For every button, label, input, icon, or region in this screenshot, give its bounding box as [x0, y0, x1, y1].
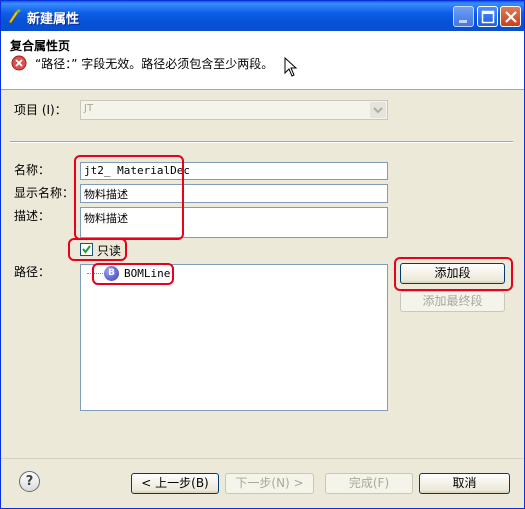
- close-icon: [505, 11, 517, 23]
- cancel-button[interactable]: 取消: [419, 473, 510, 494]
- error-message: “路径：” 字段无效。路径必须包含至少两段。: [35, 57, 274, 71]
- mouse-cursor-icon: [284, 57, 298, 77]
- minimize-button[interactable]: [453, 6, 474, 27]
- next-button[interactable]: 下一步(N) >: [225, 473, 314, 494]
- description-label: 描述：: [14, 209, 51, 223]
- error-icon: [11, 55, 27, 71]
- maximize-icon: [481, 10, 495, 24]
- window-title: 新建属性: [27, 12, 80, 27]
- back-button[interactable]: < 上一步(B): [131, 473, 219, 494]
- app-icon: [8, 9, 21, 24]
- path-tree[interactable]: [80, 264, 388, 411]
- project-label: 项目 (I)：: [14, 103, 67, 117]
- maximize-button[interactable]: [477, 6, 498, 27]
- footer-divider: [1, 458, 524, 459]
- add-final-segment-button[interactable]: 添加最终段: [400, 291, 505, 312]
- name-label: 名称：: [14, 163, 51, 177]
- highlight-box: [74, 155, 184, 240]
- separator: [10, 141, 513, 143]
- title-bar[interactable]: 新建属性: [1, 1, 524, 31]
- highlight-box: [394, 257, 513, 291]
- highlight-box: [68, 238, 127, 261]
- wizard-header: 复合属性页 “路径：” 字段无效。路径必须包含至少两段。: [1, 31, 524, 90]
- finish-button[interactable]: 完成(F): [325, 473, 413, 494]
- project-dropdown-button[interactable]: [370, 102, 386, 118]
- page-title: 复合属性页: [10, 39, 71, 53]
- display-name-label: 显示名称：: [14, 186, 75, 200]
- close-button[interactable]: [500, 6, 521, 27]
- chevron-down-icon: [373, 107, 383, 114]
- project-value: JT: [84, 103, 94, 114]
- help-button[interactable]: ?: [19, 471, 40, 492]
- minimize-icon: [459, 20, 467, 23]
- path-label: 路径：: [14, 265, 51, 279]
- highlight-box: [92, 263, 174, 285]
- project-combo[interactable]: JT: [80, 100, 388, 120]
- dialog-window: 新建属性 复合属性页 “路径：” 字段无效。路径必须包含至少两段。 项目 (I)…: [0, 0, 525, 509]
